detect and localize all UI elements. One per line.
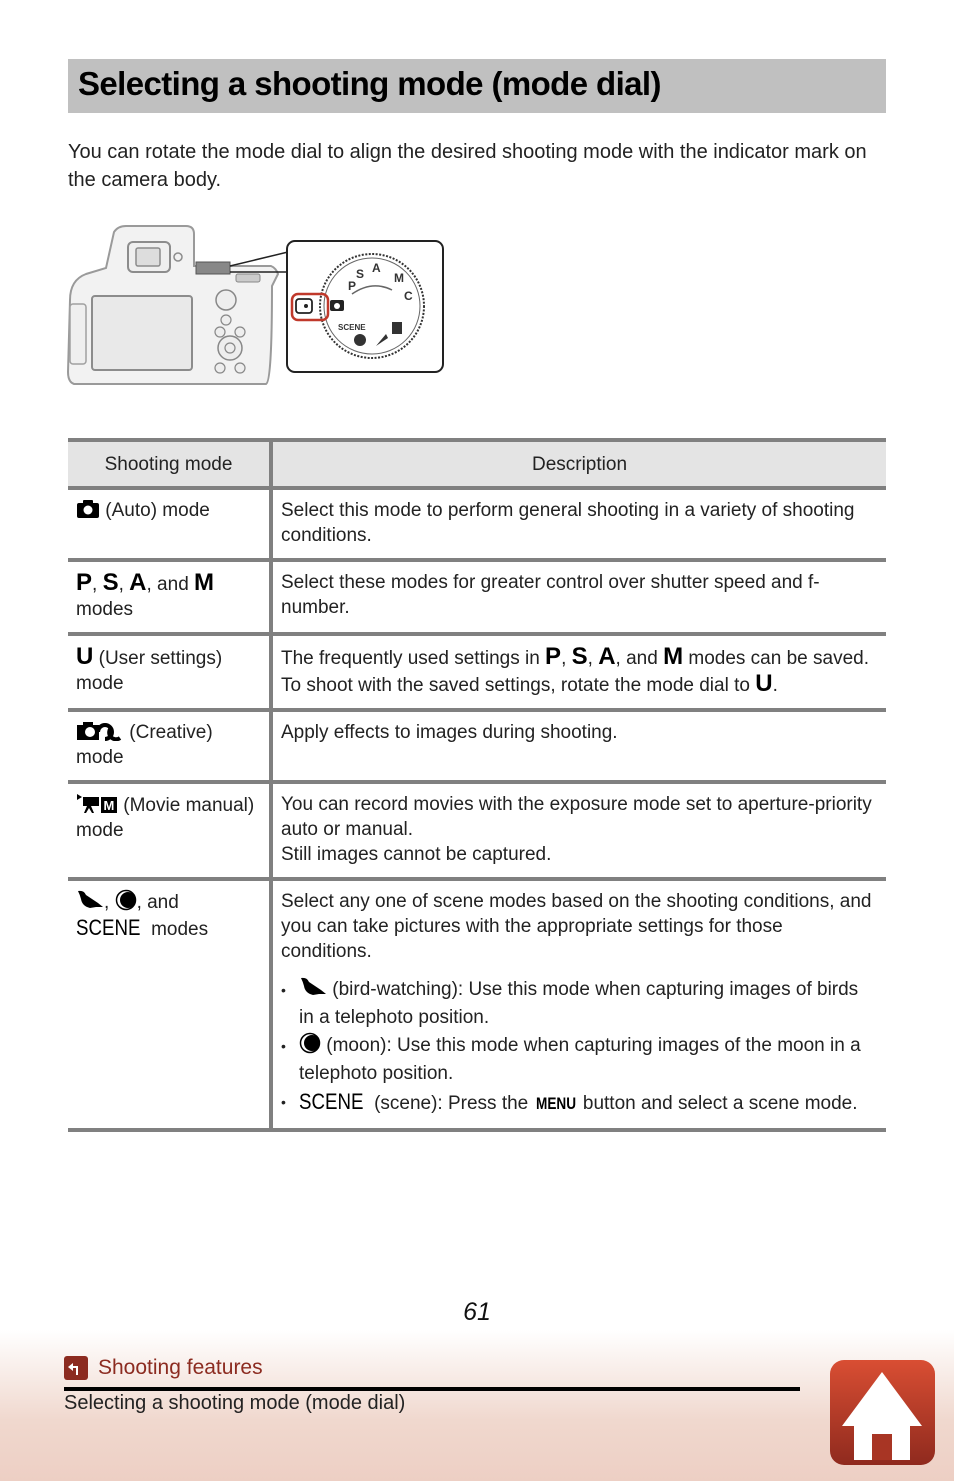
mode-label: modes xyxy=(145,919,209,940)
p-mode-glyph: P xyxy=(545,643,562,670)
description-line: You can record movies with the exposure … xyxy=(281,794,872,840)
table-row: , , and SCENE modes Select any one of sce… xyxy=(68,879,886,1130)
bird-icon xyxy=(301,977,326,995)
svg-text:A: A xyxy=(372,261,381,275)
home-icon xyxy=(842,1372,922,1460)
separator: , xyxy=(561,648,572,669)
svg-text:C: C xyxy=(404,289,413,303)
mode-dial-figure: P S A M C SCENE xyxy=(66,222,446,390)
separator: , and xyxy=(615,648,664,669)
mode-cell: (Auto) mode xyxy=(68,488,273,560)
u-mode-glyph: U xyxy=(76,643,94,670)
scene-glyph: SCENE xyxy=(76,915,141,940)
mode-label: (User settings) mode xyxy=(76,648,223,694)
list-item: (moon): Use this mode when capturing ima… xyxy=(281,1032,878,1088)
table-row: (Auto) mode Select this mode to perform … xyxy=(68,488,886,560)
back-arrow-icon xyxy=(64,1356,88,1380)
m-mode-glyph: M xyxy=(663,643,684,670)
list-item-text: button and select a scene mode. xyxy=(577,1093,858,1114)
a-mode-glyph: A xyxy=(598,643,616,670)
mode-cell: P, S, A, and Mmodes xyxy=(68,560,273,634)
camera-auto-icon xyxy=(77,500,99,518)
section-link[interactable]: Shooting features xyxy=(64,1356,263,1380)
table-row: U (User settings) mode The frequently us… xyxy=(68,634,886,710)
table-header-row: Shooting mode Description xyxy=(68,440,886,488)
list-item-text: (moon): Use this mode when capturing ima… xyxy=(299,1035,861,1084)
s-mode-glyph: S xyxy=(102,569,119,596)
movie-manual-icon: M xyxy=(77,794,117,813)
table-row: (Creative) mode Apply effects to images … xyxy=(68,710,886,782)
shooting-mode-table: Shooting mode Description (Auto) mode Se… xyxy=(68,438,886,1132)
description-line: Still images cannot be captured. xyxy=(281,844,552,865)
a-mode-glyph: A xyxy=(129,569,147,596)
separator: , xyxy=(104,892,115,913)
description-cell: The frequently used settings in P, S, A,… xyxy=(271,634,886,710)
mode-cell: (Creative) mode xyxy=(68,710,273,782)
separator: , and xyxy=(146,574,195,595)
table-row: M (Movie manual) mode You can record mov… xyxy=(68,782,886,879)
description-text: The frequently used settings in xyxy=(281,648,546,669)
camera-illustration: P S A M C SCENE xyxy=(66,225,444,385)
list-item-text: (bird-watching): Use this mode when capt… xyxy=(299,979,859,1028)
description-cell: You can record movies with the exposure … xyxy=(271,782,886,879)
section-link-label[interactable]: Shooting features xyxy=(98,1356,263,1380)
description-cell: Select any one of scene modes based on t… xyxy=(271,879,886,1130)
separator: , xyxy=(92,574,103,595)
list-item: (bird-watching): Use this mode when capt… xyxy=(281,976,878,1032)
bird-icon xyxy=(78,890,103,908)
scene-glyph: SCENE xyxy=(299,1089,364,1114)
moon-icon xyxy=(299,1032,321,1054)
title-bar: Selecting a shooting mode (mode dial) xyxy=(68,59,886,113)
footer-divider xyxy=(64,1387,800,1391)
moon-icon xyxy=(115,889,136,911)
column-header-description: Description xyxy=(271,440,886,488)
u-mode-glyph: U xyxy=(755,670,773,697)
m-mode-glyph: M xyxy=(194,569,215,596)
svg-text:S: S xyxy=(356,267,364,281)
description-text: Select any one of scene modes based on t… xyxy=(281,891,872,962)
separator: , and xyxy=(136,892,179,913)
list-item-text: (scene): Press the xyxy=(368,1093,534,1114)
mode-cell: , , and SCENE modes xyxy=(68,879,273,1130)
svg-text:M: M xyxy=(104,798,115,813)
creative-icon xyxy=(77,722,122,741)
page-title: Selecting a shooting mode (mode dial) xyxy=(78,65,661,102)
mode-cell: M (Movie manual) mode xyxy=(68,782,273,879)
current-page-label: Selecting a shooting mode (mode dial) xyxy=(64,1392,406,1414)
description-cell: Select this mode to perform general shoo… xyxy=(281,500,855,546)
svg-text:SCENE: SCENE xyxy=(338,323,366,332)
menu-button-glyph: MENU xyxy=(535,1094,576,1113)
s-mode-glyph: S xyxy=(571,643,588,670)
table-row: P, S, A, and Mmodes Select these modes f… xyxy=(68,560,886,634)
description-cell: Apply effects to images during shooting. xyxy=(281,722,618,743)
intro-paragraph: You can rotate the mode dial to align th… xyxy=(68,141,867,191)
home-button[interactable] xyxy=(830,1360,935,1465)
separator: , xyxy=(587,648,599,669)
page-number: 61 xyxy=(463,1298,491,1326)
mode-label: (Auto) mode xyxy=(100,500,210,521)
column-header-mode: Shooting mode xyxy=(68,440,273,488)
separator: , xyxy=(118,574,130,595)
description-text: . xyxy=(772,675,778,696)
list-item: SCENE (scene): Press the MENU button and… xyxy=(281,1088,878,1118)
mode-cell: U (User settings) mode xyxy=(68,634,273,710)
mode-label: modes xyxy=(76,599,134,620)
scene-mode-list: (bird-watching): Use this mode when capt… xyxy=(281,976,878,1118)
p-mode-glyph: P xyxy=(76,569,93,596)
svg-text:M: M xyxy=(394,271,404,285)
svg-text:P: P xyxy=(348,279,356,293)
description-cell: Select these modes for greater control o… xyxy=(281,572,820,618)
